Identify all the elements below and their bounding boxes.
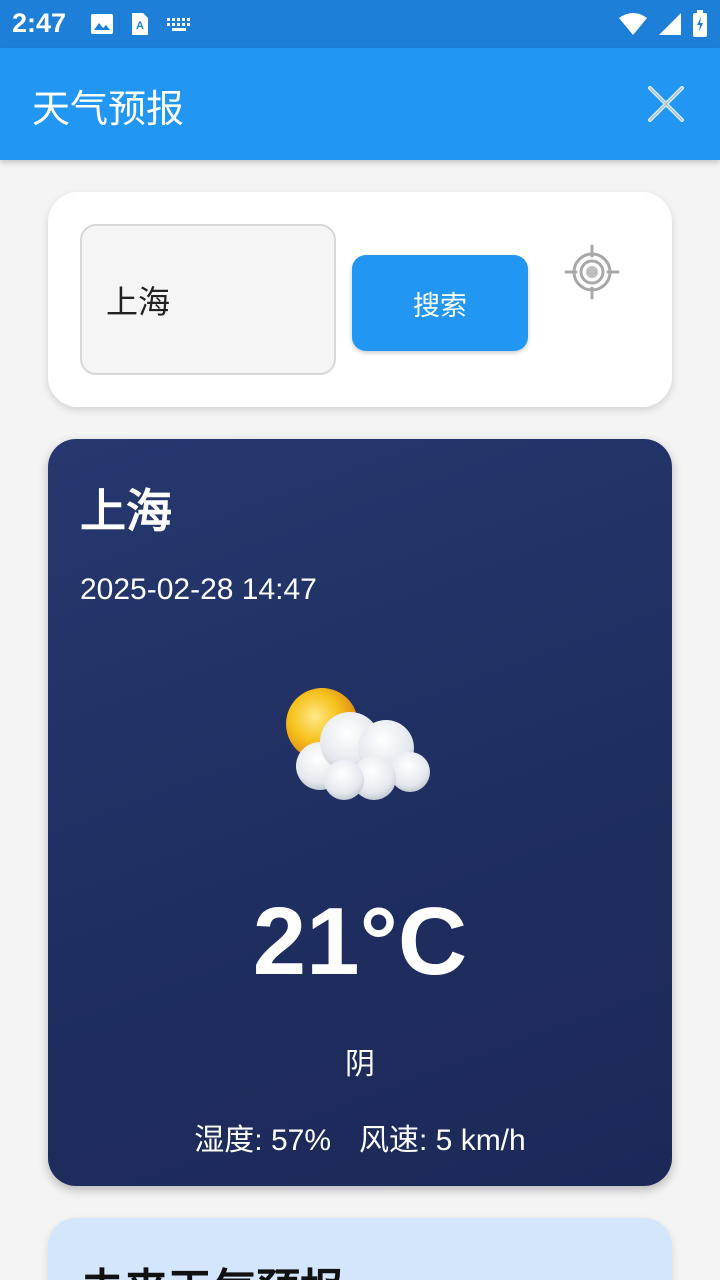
city-name: 上海	[80, 484, 172, 538]
text-a-icon: A	[132, 13, 148, 35]
status-icons-left: A	[90, 12, 192, 36]
status-icons-right	[618, 10, 708, 38]
current-weather-card: 上海 2025-02-28 14:47 21°C 阴 湿度: 57% 风速: 5…	[48, 439, 672, 1186]
search-button[interactable]: 搜索	[352, 255, 528, 351]
temperature: 21°C	[252, 888, 468, 995]
partly-cloudy-icon	[286, 688, 430, 800]
locate-button[interactable]	[564, 244, 620, 300]
status-bar: 2:47 A	[0, 0, 720, 48]
forecast-card: 未来天气预报	[48, 1218, 672, 1280]
humidity-text: 湿度: 57%	[194, 1124, 331, 1157]
locate-icon	[564, 244, 620, 300]
app-bar: 天气预报	[0, 48, 720, 160]
app-title: 天气预报	[32, 87, 185, 131]
weather-details: 湿度: 57% 风速: 5 km/h	[48, 1115, 672, 1159]
close-button[interactable]	[644, 82, 688, 126]
image-icon	[91, 14, 113, 34]
close-icon	[648, 86, 684, 122]
search-card: 搜索	[48, 192, 672, 407]
weather-datetime: 2025-02-28 14:47	[80, 573, 317, 606]
wind-speed-text: 风速: 5 km/h	[359, 1124, 526, 1157]
forecast-title: 未来天气预报	[80, 1254, 344, 1280]
wifi-icon	[619, 13, 647, 35]
weather-condition: 阴	[345, 1047, 375, 1082]
keyboard-icon	[167, 18, 190, 31]
battery-icon	[693, 10, 707, 37]
signal-icon	[659, 13, 681, 35]
svg-text:A: A	[136, 20, 144, 32]
city-search-input[interactable]	[80, 224, 336, 375]
status-time: 2:47	[12, 8, 67, 38]
